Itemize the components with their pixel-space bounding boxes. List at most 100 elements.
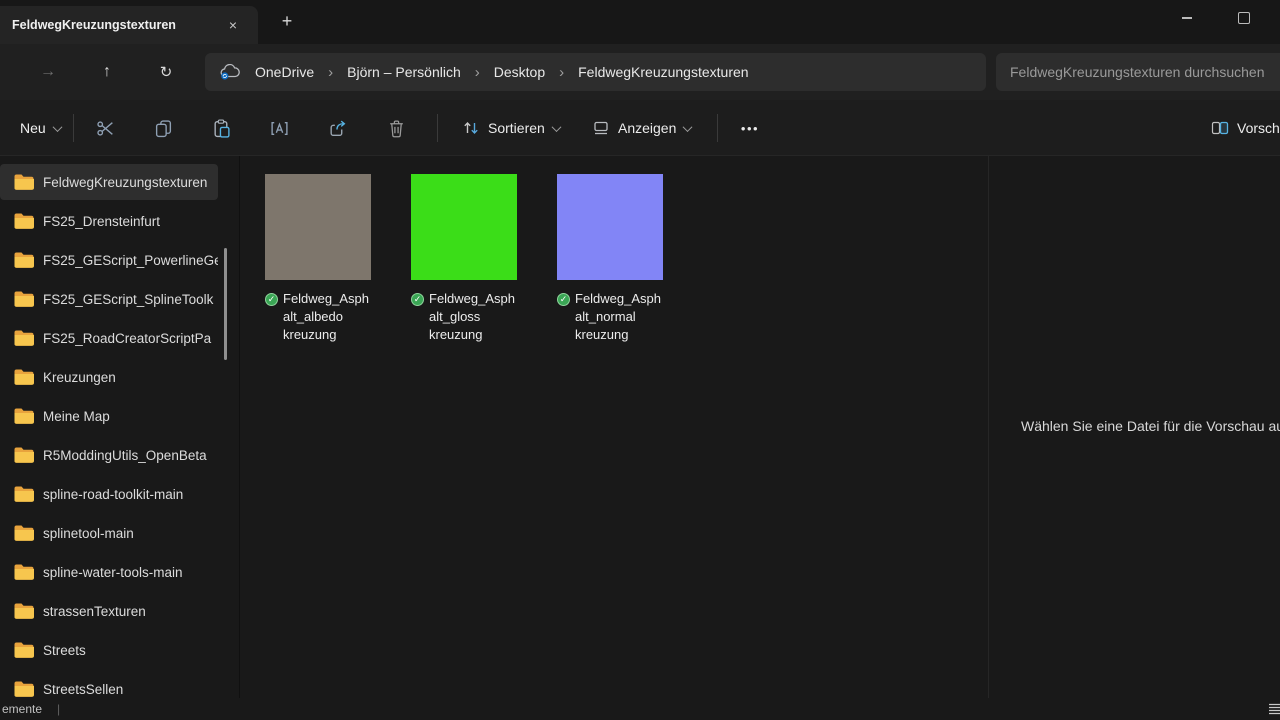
sidebar-item-splinetool-main[interactable]: ›splinetool-main — [0, 515, 218, 551]
main-area: ›FeldwegKreuzungstexturen ›FS25_Drenstei… — [0, 156, 1280, 698]
sidebar-item-label: Meine Map — [43, 409, 218, 424]
folder-icon — [14, 369, 34, 385]
sort-arrows-icon — [462, 119, 480, 137]
chevron-down-icon — [683, 122, 693, 132]
status-divider: | — [57, 698, 60, 720]
preview-toggle-button[interactable]: Vorschau — [1203, 110, 1280, 146]
chevron-right-icon: › — [555, 64, 568, 81]
trash-icon — [387, 119, 406, 138]
cut-icon — [96, 119, 115, 138]
chevron-right-icon: › — [0, 487, 3, 502]
breadcrumb-item-user[interactable]: Björn – Persönlich — [337, 60, 471, 84]
up-button[interactable]: ↑ — [89, 54, 125, 90]
tab-bar: FeldwegKreuzungstexturen × + — [0, 0, 1280, 44]
sidebar-item-spline-road-toolkit[interactable]: › spline-road-toolkit-main — [0, 476, 218, 512]
file-name-line: alt_normal — [575, 308, 669, 326]
sidebar-item-label: FS25_GEScript_PowerlineGe — [43, 253, 218, 268]
file-name-line: kreuzung — [429, 326, 523, 344]
new-button[interactable]: Neu — [10, 113, 71, 143]
delete-button[interactable] — [378, 110, 414, 146]
sidebar-scrollbar-thumb[interactable] — [224, 248, 227, 360]
folder-icon — [14, 642, 34, 658]
breadcrumb-item-onedrive[interactable]: OneDrive — [245, 60, 324, 84]
sidebar-item-spline-water-tools[interactable]: ›spline-water-tools-main — [0, 554, 218, 590]
folder-icon — [14, 447, 34, 463]
refresh-icon: ↻ — [160, 63, 173, 81]
sidebar-item-fs25-roadcreatorscript[interactable]: › FS25_RoadCreatorScriptPa — [0, 320, 218, 356]
chevron-right-icon: › — [0, 175, 3, 190]
sidebar-item-label: FeldwegKreuzungstexturen — [43, 175, 218, 190]
file-name-line: Feldweg_Asph — [283, 290, 377, 308]
view-button[interactable]: Anzeigen — [582, 110, 701, 146]
details-view-icon[interactable] — [1267, 701, 1280, 717]
sync-check-icon: ✓ — [557, 293, 570, 306]
chevron-right-icon: › — [0, 526, 3, 541]
sidebar-item-feldwegkreuzungstexturen[interactable]: › FeldwegKreuzungstexturen — [0, 164, 218, 200]
file-label: ✓ Feldweg_Asph alt_albedo kreuzung — [265, 290, 377, 344]
chevron-right-icon: › — [0, 565, 3, 580]
sidebar-item-kreuzungen[interactable]: ›Kreuzungen — [0, 359, 218, 395]
rename-icon — [270, 119, 289, 138]
refresh-button[interactable]: ↻ — [148, 54, 184, 90]
folder-icon — [14, 681, 34, 697]
sidebar-item-label: spline-road-toolkit-main — [43, 487, 218, 502]
rename-button[interactable] — [261, 110, 297, 146]
share-icon — [328, 119, 347, 138]
cut-button[interactable] — [87, 110, 123, 146]
sidebar-item-meine-map[interactable]: ›Meine Map — [0, 398, 218, 434]
address-bar-row: → ↑ ↻ OneDrive › Björn – Persönlich › De… — [0, 44, 1280, 100]
sidebar-item-label: R5ModdingUtils_OpenBeta — [43, 448, 218, 463]
chevron-right-icon: › — [0, 331, 3, 346]
toolbar-divider — [437, 114, 438, 142]
file-item-gloss[interactable]: ✓ Feldweg_Asph alt_gloss kreuzung — [403, 168, 527, 352]
paste-button[interactable] — [203, 110, 239, 146]
file-item-albedo[interactable]: ✓ Feldweg_Asph alt_albedo kreuzung — [257, 168, 381, 352]
copy-icon — [154, 119, 173, 138]
chevron-right-icon: › — [324, 64, 337, 81]
chevron-right-icon: › — [471, 64, 484, 81]
folder-icon — [14, 486, 34, 502]
view-icon — [592, 119, 610, 137]
file-item-normal[interactable]: ✓ Feldweg_Asph alt_normal kreuzung — [549, 168, 673, 352]
sidebar-item-r5moddingutils[interactable]: › R5ModdingUtils_OpenBeta — [0, 437, 218, 473]
maximize-button[interactable] — [1221, 2, 1267, 34]
sidebar-item-label: FS25_RoadCreatorScriptPa — [43, 331, 218, 346]
search-input[interactable]: FeldwegKreuzungstexturen durchsuchen — [996, 53, 1280, 91]
ellipsis-icon: ••• — [741, 121, 759, 136]
folder-icon — [14, 525, 34, 541]
share-button[interactable] — [319, 110, 355, 146]
folder-icon — [14, 291, 34, 307]
forward-icon: → — [40, 63, 56, 81]
breadcrumb-item-current-folder[interactable]: FeldwegKreuzungstexturen — [568, 60, 758, 84]
chevron-right-icon: › — [0, 448, 3, 463]
sidebar-item-fs25-gescript-powerline[interactable]: ›FS25_GEScript_PowerlineGe — [0, 242, 218, 278]
breadcrumb[interactable]: OneDrive › Björn – Persönlich › Desktop … — [205, 53, 986, 91]
preview-placeholder-text: Wählen Sie eine Datei für die Vorschau a… — [1021, 418, 1280, 434]
sidebar-item-label: Kreuzungen — [43, 370, 218, 385]
sidebar-item-fs25-gescript-splinetoolkit[interactable]: ›FS25_GEScript_SplineToolk — [0, 281, 218, 317]
more-options-button[interactable]: ••• — [733, 110, 767, 146]
toolbar-divider — [717, 114, 718, 142]
preview-panes-icon — [1211, 119, 1229, 137]
view-button-label: Anzeigen — [618, 120, 676, 136]
file-thumbnail — [411, 174, 517, 280]
preview-pane: Wählen Sie eine Datei für die Vorschau a… — [988, 156, 1280, 698]
new-tab-button[interactable]: + — [274, 9, 300, 35]
file-label: ✓ Feldweg_Asph alt_gloss kreuzung — [411, 290, 523, 344]
sort-button[interactable]: Sortieren — [452, 110, 570, 146]
sidebar-item-strassentexturen[interactable]: ›strassenTexturen — [0, 593, 218, 629]
file-thumbnail — [265, 174, 371, 280]
forward-button[interactable]: → — [30, 54, 66, 90]
toolbar-divider — [73, 114, 74, 142]
file-name-line: alt_albedo — [283, 308, 377, 326]
copy-button[interactable] — [145, 110, 181, 146]
sidebar-item-fs25-drensteinfurt[interactable]: ›FS25_Drensteinfurt — [0, 203, 218, 239]
chevron-right-icon: › — [0, 682, 3, 697]
sidebar-item-streets[interactable]: ›Streets — [0, 632, 218, 668]
minimize-button[interactable] — [1164, 2, 1210, 34]
close-tab-icon[interactable]: × — [222, 14, 244, 36]
sync-check-icon: ✓ — [411, 293, 424, 306]
sidebar-item-label: FS25_Drensteinfurt — [43, 214, 218, 229]
tab-active[interactable]: FeldwegKreuzungstexturen × — [0, 6, 258, 44]
breadcrumb-item-desktop[interactable]: Desktop — [484, 60, 555, 84]
